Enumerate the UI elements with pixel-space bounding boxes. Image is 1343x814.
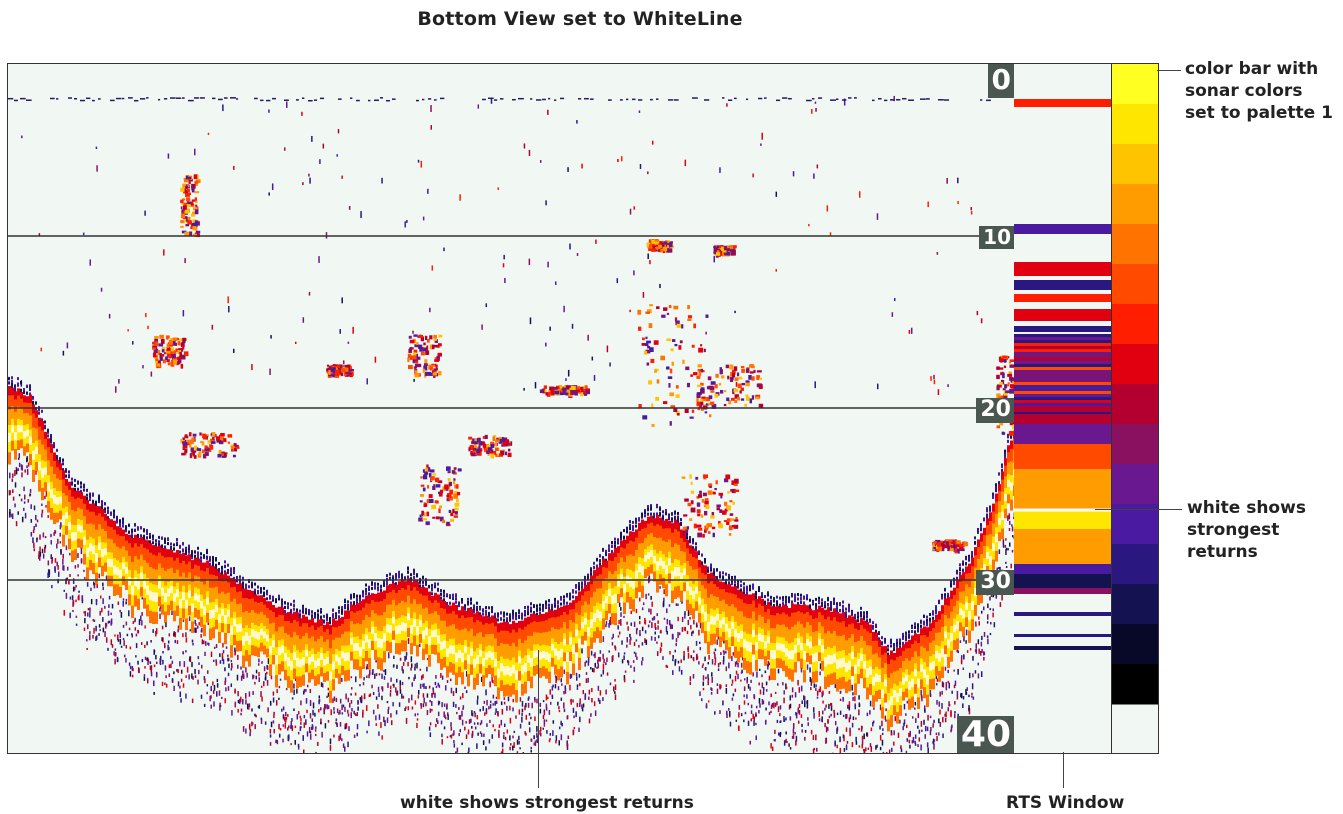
- color-bar-swatch: [1112, 144, 1158, 185]
- sonar-view[interactable]: 0 10 20 30 40: [7, 63, 1016, 754]
- depth-label-20: 20: [976, 398, 1015, 423]
- white-returns-line: returns: [1187, 542, 1258, 562]
- color-bar-swatch: [1112, 104, 1158, 145]
- color-bar-annotation-line: color bar with: [1185, 59, 1319, 79]
- bottom-returns: [8, 376, 1015, 753]
- color-bar-swatch: [1112, 424, 1158, 465]
- color-bar-annotation: color bar with sonar colors set to palet…: [1185, 58, 1333, 124]
- color-bar-swatch: [1112, 504, 1158, 545]
- color-bar-swatch: [1112, 624, 1158, 665]
- depth-label-0: 0: [987, 64, 1015, 98]
- color-bar: [1111, 63, 1159, 754]
- rts-annotation: RTS Window: [1006, 793, 1125, 813]
- color-bar-swatch: [1112, 544, 1158, 585]
- white-returns-line: white shows: [1187, 498, 1306, 518]
- color-bar-swatch: [1112, 224, 1158, 265]
- depth-label-30: 30: [976, 570, 1015, 595]
- color-bar-annotation-line: sonar colors: [1185, 81, 1303, 101]
- color-bar-leader: [1157, 70, 1181, 71]
- white-returns-leader-right: [1095, 509, 1182, 510]
- color-bar-swatches: [1112, 64, 1158, 705]
- color-bar-swatch: [1112, 584, 1158, 625]
- rts-window: [1014, 63, 1112, 754]
- fish-returns: [8, 95, 1015, 554]
- color-bar-swatch: [1112, 184, 1158, 225]
- white-returns-leader-bottom: [538, 650, 539, 788]
- color-bar-swatch: [1112, 664, 1158, 705]
- color-bar-swatch: [1112, 384, 1158, 425]
- color-bar-annotation-line: set to palette 1: [1185, 103, 1333, 123]
- white-returns-annotation-bottom: white shows strongest returns: [400, 793, 694, 813]
- color-bar-swatch: [1112, 304, 1158, 345]
- depth-label-40: 40: [956, 716, 1015, 753]
- rts-returns: [1014, 99, 1111, 650]
- color-bar-swatch: [1112, 464, 1158, 505]
- sonar-returns: [8, 95, 1015, 753]
- page-title: Bottom View set to WhiteLine: [417, 8, 743, 30]
- color-bar-swatch: [1112, 344, 1158, 385]
- rts-leader: [1063, 752, 1064, 788]
- color-bar-swatch: [1112, 64, 1158, 105]
- white-returns-line: strongest: [1187, 520, 1280, 540]
- depth-label-10: 10: [979, 226, 1015, 249]
- color-bar-swatch: [1112, 264, 1158, 305]
- white-returns-annotation-right: white shows strongest returns: [1187, 497, 1306, 563]
